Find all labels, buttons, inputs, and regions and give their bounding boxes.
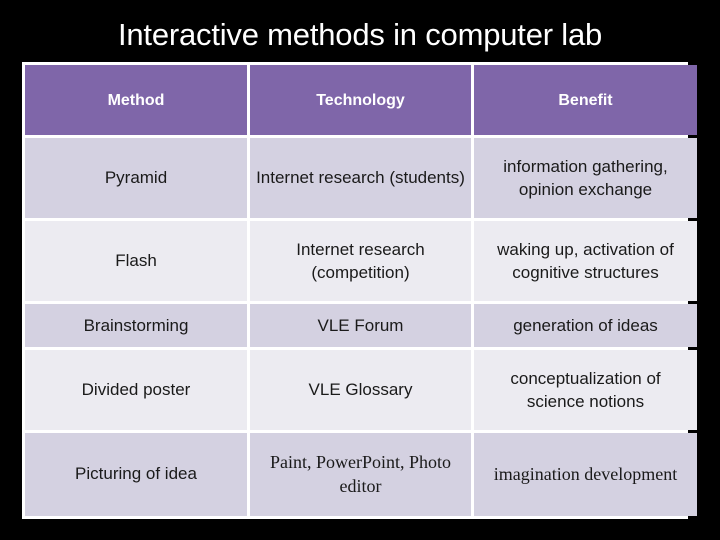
cell-technology: Internet research (students): [250, 138, 471, 218]
cell-benefit: generation of ideas: [474, 303, 697, 347]
table-header-row: Method Technology Benefit: [25, 65, 697, 135]
methods-table: Method Technology Benefit Pyramid Intern…: [22, 62, 700, 519]
cell-method: Pyramid: [25, 138, 247, 218]
slide: Interactive methods in computer lab Meth…: [0, 0, 720, 540]
cell-technology: VLE Glossary: [250, 349, 471, 430]
column-header-technology: Technology: [250, 65, 471, 135]
table-row: Picturing of idea Paint, PowerPoint, Pho…: [25, 432, 697, 516]
table-row: Flash Internet research (competition) wa…: [25, 220, 697, 301]
cell-method: Brainstorming: [25, 303, 247, 347]
column-header-benefit: Benefit: [474, 65, 697, 135]
column-header-method: Method: [25, 65, 247, 135]
cell-method: Picturing of idea: [25, 432, 247, 516]
page-title: Interactive methods in computer lab: [117, 17, 603, 52]
methods-table-container: Method Technology Benefit Pyramid Intern…: [22, 62, 697, 519]
table-header: Method Technology Benefit: [25, 65, 697, 135]
cell-method: Divided poster: [25, 349, 247, 430]
cell-technology: VLE Forum: [250, 303, 471, 347]
table-row: Brainstorming VLE Forum generation of id…: [25, 303, 697, 347]
table-body: Pyramid Internet research (students) inf…: [25, 138, 697, 516]
cell-benefit: conceptualization of science notions: [474, 349, 697, 430]
cell-benefit: imagination development: [474, 432, 697, 516]
table-row: Pyramid Internet research (students) inf…: [25, 138, 697, 218]
cell-benefit: waking up, activation of cognitive struc…: [474, 220, 697, 301]
cell-method: Flash: [25, 220, 247, 301]
cell-benefit: information gathering, opinion exchange: [474, 138, 697, 218]
table-row: Divided poster VLE Glossary conceptualiz…: [25, 349, 697, 430]
cell-technology: Paint, PowerPoint, Photo editor: [250, 432, 471, 516]
cell-technology: Internet research (competition): [250, 220, 471, 301]
